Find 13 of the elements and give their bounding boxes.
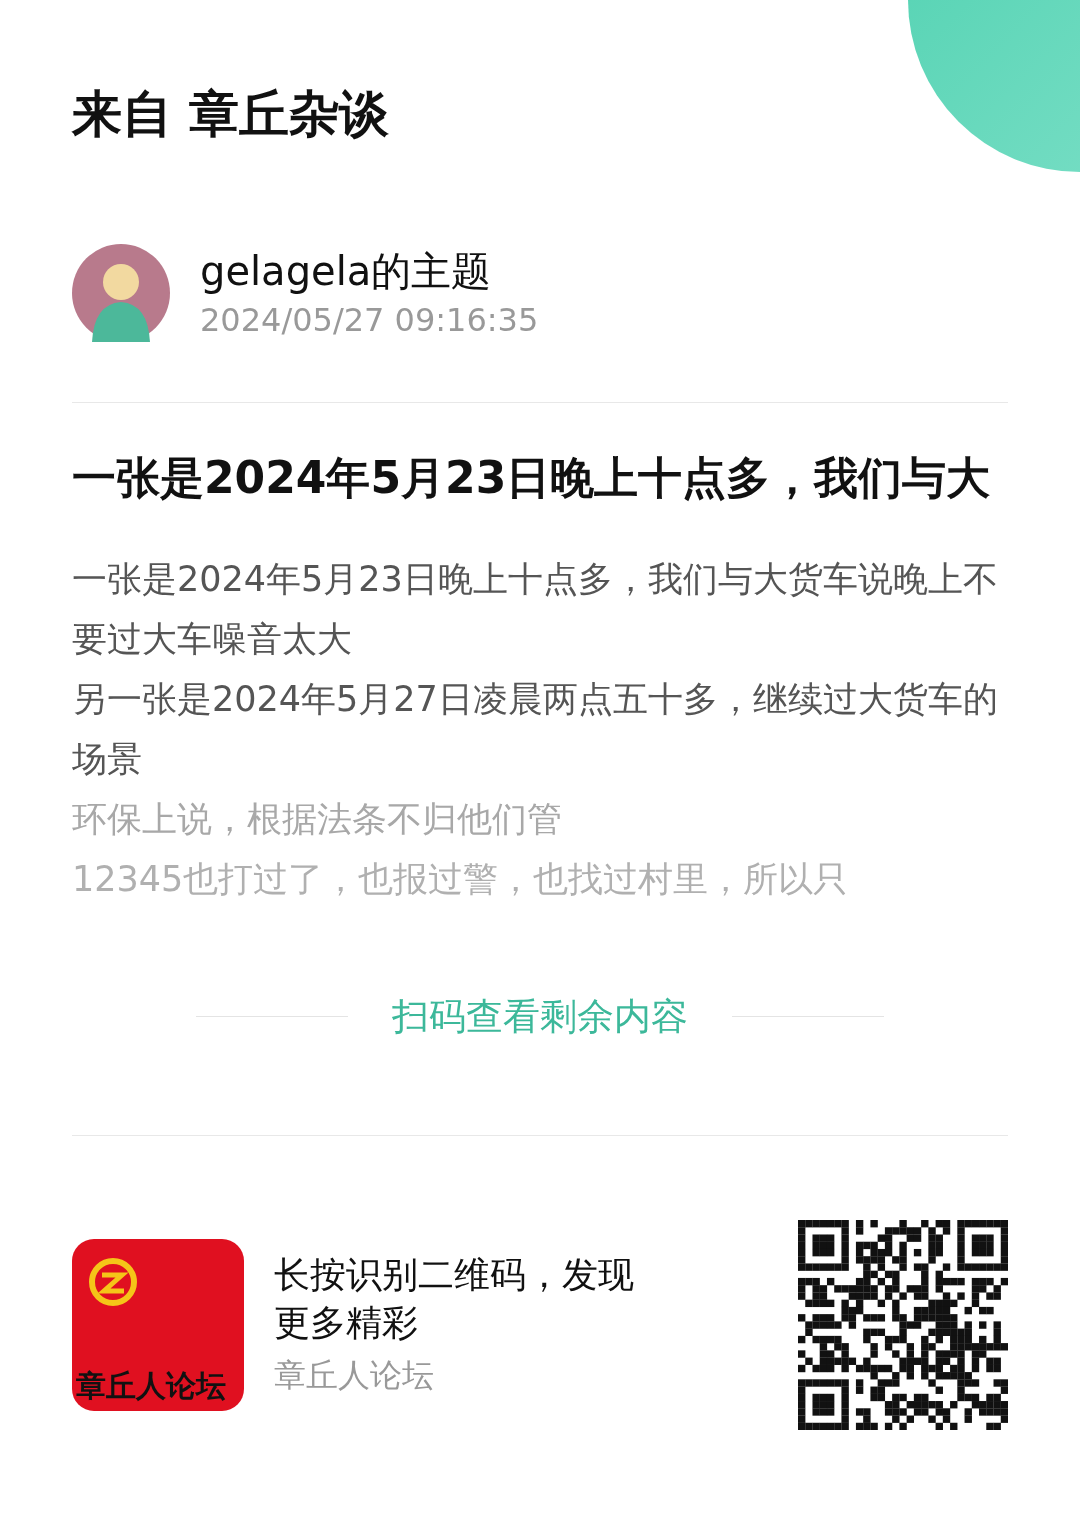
app-logo-text: 章丘人论坛 <box>76 1370 227 1401</box>
post-time: 2024/05/27 09:16:35 <box>200 300 539 340</box>
app-name: 章丘人论坛 <box>274 1354 435 1396</box>
qr-prompt: 长按识别二维码，发现更多精彩 <box>274 1252 635 1345</box>
view-more-link[interactable]: 扫码查看剩余内容 <box>392 989 688 1045</box>
page-title: 来自 章丘杂谈 <box>72 84 391 144</box>
logo-mark-icon <box>88 1256 138 1307</box>
post-paragraph: 12345也打过了，也报过警，也找过村里，所以只 <box>72 858 850 901</box>
post-paragraph: 环保上说，根据法条不归他们管 <box>72 798 563 841</box>
post-title: 一张是2024年5月23日晚上十点多，我们与大 <box>72 451 992 505</box>
post-paragraph: 另一张是2024年5月27日凌晨两点五十多，继续过大货车的场景 <box>72 678 999 781</box>
author-name: gelagela的主题 <box>200 246 493 295</box>
post-paragraph: 一张是2024年5月23日晚上十点多，我们与大货车说晚上不要过大车噪音太大 <box>72 558 999 661</box>
